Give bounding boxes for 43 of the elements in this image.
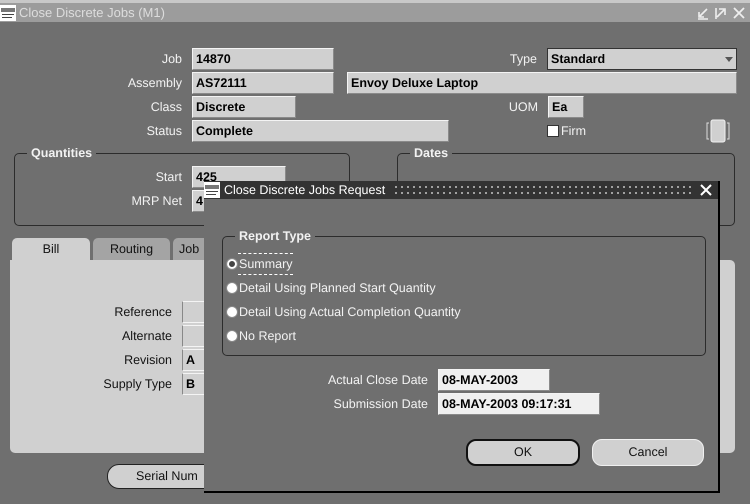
field-label: Class [150,98,183,116]
input-field[interactable]: Discrete [192,96,296,118]
radio-label: Detail Using Planned Start Quantity [238,280,437,297]
input-field[interactable]: 08-MAY-2003 09:17:31 [438,393,600,415]
radio-label: Summary [238,252,294,276]
radio-label: No Report [238,328,297,345]
input-field[interactable]: Envoy Deluxe Laptop [347,72,737,94]
field-label: Supply Type [102,376,173,393]
input-field[interactable]: Complete [192,120,449,142]
field-label: Status [146,122,183,140]
input-field[interactable]: 14870 [192,48,334,70]
field-label: UOM [508,98,539,116]
field-label: Actual Close Date [326,372,429,389]
field-label: Alternate [120,328,173,345]
radio-label: Detail Using Actual Completion Quantity [238,304,462,321]
firm-checkbox[interactable] [547,125,559,137]
bracketed-field-drawing [706,119,730,143]
field-label: Submission Date [332,396,429,413]
field-label: Reference [113,304,173,321]
radio-button[interactable] [226,330,238,342]
field-label: Type [508,50,538,68]
input-field[interactable]: 08-MAY-2003 [438,369,550,391]
field-label: Start [154,168,183,186]
field-label: Job [160,50,183,68]
radio-button[interactable] [226,306,238,318]
dropdown-value: Standard [551,51,606,68]
dialog-button[interactable]: Cancel [592,439,704,466]
tab[interactable]: Bill [12,238,90,260]
dropdown-caret-icon [725,56,733,62]
tab[interactable]: Routing [93,238,170,260]
field-label: MRP Net [130,192,183,210]
radio-button[interactable] [226,258,238,270]
type-dropdown[interactable]: Standard [547,48,737,70]
field-label: Assembly [126,74,183,92]
radio-button[interactable] [226,282,238,294]
frame-title: Quantities [27,145,96,161]
field-label: Revision [123,352,173,369]
checkbox-label: Firm [561,122,586,140]
input-field[interactable]: AS72111 [192,72,334,94]
frame-title: Report Type [235,228,315,244]
dialog-button[interactable]: OK [466,439,580,466]
input-field[interactable]: Ea [548,96,584,118]
window-title: Close Discrete Jobs (M1) [19,4,165,22]
